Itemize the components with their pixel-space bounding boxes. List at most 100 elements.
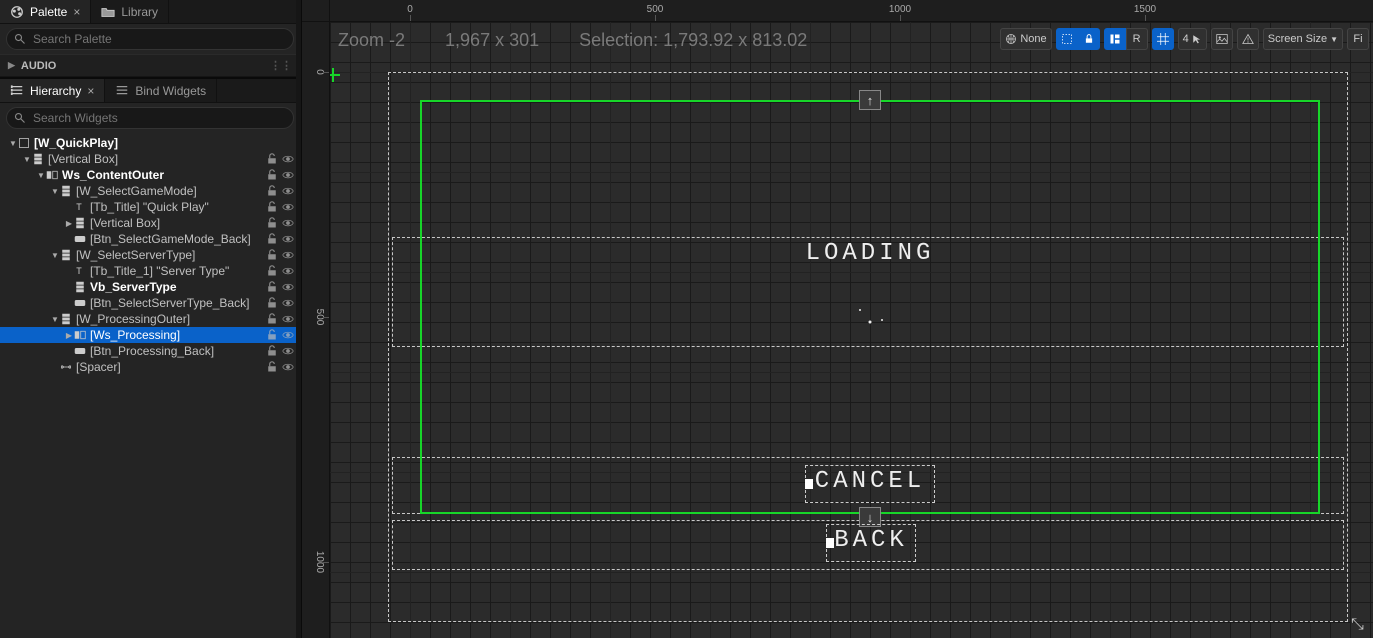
tab-hierarchy[interactable]: Hierarchy ×	[0, 79, 105, 102]
grid-snap-button[interactable]	[1152, 28, 1174, 50]
hierarchy-tree[interactable]: ▼[W_QuickPlay]▼[Vertical Box]▼Ws_Content…	[0, 133, 300, 638]
chevron-right-icon[interactable]: ▶	[64, 331, 74, 340]
tree-row[interactable]: ▶T[Tb_Title] "Quick Play"	[0, 199, 300, 215]
eye-icon[interactable]	[282, 313, 294, 325]
tab-bind-label: Bind Widgets	[135, 84, 206, 98]
left-panel: Palette × Library ▶ AUDIO ⋮⋮ Hierarchy ×…	[0, 0, 302, 638]
back-button-widget[interactable]: BACK	[826, 524, 916, 562]
fill-button[interactable]: Fi	[1347, 28, 1369, 50]
grid-size-button[interactable]: 4	[1178, 28, 1207, 50]
search-widgets-input[interactable]	[6, 107, 294, 129]
chevron-down-icon[interactable]: ▼	[8, 139, 18, 148]
eye-icon[interactable]	[282, 345, 294, 357]
lock-open-icon[interactable]	[266, 265, 278, 277]
lock-open-icon[interactable]	[266, 281, 278, 293]
tree-row[interactable]: ▶T[Tb_Title_1] "Server Type"	[0, 263, 300, 279]
tree-row[interactable]: ▶[Vertical Box]	[0, 215, 300, 231]
tree-row[interactable]: ▶[Spacer]	[0, 359, 300, 375]
localization-button[interactable]: None	[1000, 28, 1051, 50]
tree-row[interactable]: ▼Ws_ContentOuter	[0, 167, 300, 183]
warning-button[interactable]	[1237, 28, 1259, 50]
eye-icon[interactable]	[282, 329, 294, 341]
tree-row[interactable]: ▼[W_ProcessingOuter]	[0, 311, 300, 327]
tree-row[interactable]: ▶[Btn_Processing_Back]	[0, 343, 300, 359]
lock-open-icon[interactable]	[266, 345, 278, 357]
lock-open-icon[interactable]	[266, 153, 278, 165]
close-icon[interactable]: ×	[73, 5, 80, 19]
eye-icon[interactable]	[282, 297, 294, 309]
panel-scrollbar[interactable]	[296, 0, 301, 638]
tree-row[interactable]: ▼ [W_SelectGameMode]	[0, 183, 300, 199]
respect-locks-button[interactable]: R	[1126, 28, 1148, 50]
resize-corner-icon[interactable]	[1351, 616, 1369, 634]
lock-open-icon[interactable]	[266, 313, 278, 325]
widget-type-icon: T	[74, 201, 86, 213]
lock-open-icon[interactable]	[266, 185, 278, 197]
fill-label: Fi	[1353, 33, 1362, 45]
screen-size-dropdown[interactable]: Screen Size ▼	[1263, 28, 1343, 50]
widget-type-icon	[60, 185, 72, 197]
lock-open-icon[interactable]	[266, 169, 278, 181]
flow-icon	[1109, 33, 1121, 45]
eye-icon[interactable]	[282, 361, 294, 373]
lock-open-icon[interactable]	[266, 361, 278, 373]
svg-text:T: T	[76, 266, 82, 276]
tab-library[interactable]: Library	[91, 0, 169, 23]
image-preview-button[interactable]	[1211, 28, 1233, 50]
chevron-down-icon[interactable]: ▼	[22, 155, 32, 164]
eye-icon[interactable]	[282, 265, 294, 277]
designer-viewport[interactable]: 050010001500 05001000 Zoom -2 1,967 x 30…	[302, 0, 1373, 638]
widget-type-icon	[74, 281, 86, 293]
chevron-down-icon[interactable]: ▼	[36, 171, 46, 180]
chevron-down-icon[interactable]: ▼	[50, 251, 60, 260]
lock-open-icon[interactable]	[266, 249, 278, 261]
tab-bind-widgets[interactable]: Bind Widgets	[105, 79, 217, 102]
palette-section-label: AUDIO	[21, 60, 56, 72]
tree-row[interactable]: ▼[Vertical Box]	[0, 151, 300, 167]
lock-open-icon[interactable]	[266, 233, 278, 245]
lock-open-icon[interactable]	[266, 217, 278, 229]
tree-row[interactable]: ▶[Btn_SelectServerType_Back]	[0, 295, 300, 311]
grid-size-value: 4	[1183, 33, 1189, 45]
palette-section-audio[interactable]: ▶ AUDIO ⋮⋮	[0, 54, 300, 77]
tree-row[interactable]: ▶[Btn_SelectGameMode_Back]	[0, 231, 300, 247]
throbber-icon	[850, 302, 890, 332]
tree-label: [Btn_Processing_Back]	[90, 344, 262, 358]
eye-icon[interactable]	[282, 233, 294, 245]
eye-icon[interactable]	[282, 201, 294, 213]
lock-open-icon[interactable]	[266, 201, 278, 213]
resize-handle[interactable]	[805, 479, 813, 489]
chevron-down-icon[interactable]: ▼	[50, 315, 60, 324]
cancel-button-widget[interactable]: CANCEL	[805, 465, 935, 503]
lock-open-icon[interactable]	[266, 297, 278, 309]
tree-label: [Tb_Title] "Quick Play"	[90, 200, 262, 214]
cancel-text: CANCEL	[815, 468, 925, 495]
eye-icon[interactable]	[282, 185, 294, 197]
tree-row[interactable]: ▼[W_SelectServerType]	[0, 247, 300, 263]
dashed-outline-button[interactable]	[1056, 28, 1078, 50]
dashed-rect-icon	[1061, 33, 1073, 45]
origin-marker	[330, 68, 340, 82]
tab-palette[interactable]: Palette ×	[0, 0, 91, 23]
eye-icon[interactable]	[282, 153, 294, 165]
eye-icon[interactable]	[282, 169, 294, 181]
layout-flow-button[interactable]	[1104, 28, 1126, 50]
tree-row[interactable]: ▶[Ws_Processing]	[0, 327, 300, 343]
tree-label: [W_SelectGameMode]	[76, 184, 262, 198]
lock-button[interactable]	[1078, 28, 1100, 50]
search-icon	[14, 33, 26, 45]
close-icon[interactable]: ×	[87, 84, 94, 98]
canvas-area[interactable]: ↑ ↓ LOADING CANCEL BACK	[330, 22, 1373, 638]
chevron-down-icon[interactable]: ▼	[50, 187, 60, 196]
chevron-right-icon[interactable]: ▶	[64, 219, 74, 228]
lock-open-icon[interactable]	[266, 329, 278, 341]
ruler-corner	[302, 0, 330, 22]
eye-icon[interactable]	[282, 281, 294, 293]
search-palette-input[interactable]	[6, 28, 294, 50]
eye-icon[interactable]	[282, 249, 294, 261]
tree-row[interactable]: ▼[W_QuickPlay]	[0, 135, 300, 151]
eye-icon[interactable]	[282, 217, 294, 229]
anchor-top[interactable]: ↑	[859, 90, 881, 110]
resize-handle[interactable]	[826, 538, 834, 548]
tree-row[interactable]: ▶Vb_ServerType	[0, 279, 300, 295]
